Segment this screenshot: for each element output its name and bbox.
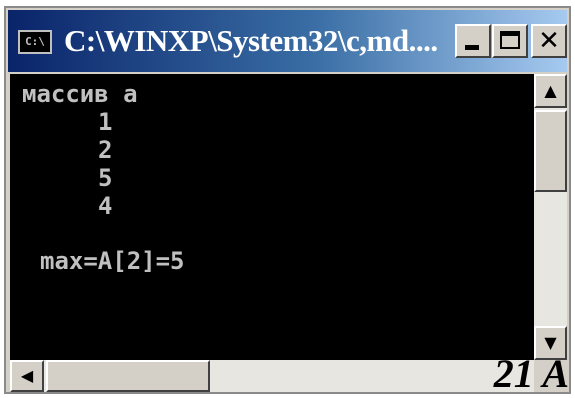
scroll-left-button[interactable]: ◀ bbox=[10, 360, 44, 392]
title-bar[interactable]: C:\ C:\WINXP\System32\c,md.... ✕ bbox=[8, 10, 567, 72]
vertical-scrollbar[interactable]: ▲ ▼ bbox=[534, 74, 567, 360]
vertical-scroll-thumb[interactable] bbox=[534, 110, 567, 192]
array-value: 2 bbox=[98, 136, 113, 164]
figure-label: 21 A bbox=[493, 351, 569, 396]
close-icon: ✕ bbox=[538, 26, 560, 56]
horizontal-scroll-thumb[interactable] bbox=[46, 360, 210, 392]
minimize-icon bbox=[465, 45, 479, 50]
arrow-up-icon: ▲ bbox=[544, 81, 557, 100]
arrow-down-icon: ▼ bbox=[544, 333, 557, 352]
minimize-button[interactable] bbox=[455, 24, 491, 58]
scroll-up-button[interactable]: ▲ bbox=[534, 74, 567, 108]
arrow-left-icon: ◀ bbox=[20, 366, 34, 385]
console-app-icon[interactable]: C:\ bbox=[18, 30, 52, 54]
maximize-button[interactable] bbox=[492, 24, 528, 58]
close-button[interactable]: ✕ bbox=[531, 24, 567, 58]
max-result-line: max=A[2]=5 bbox=[40, 247, 185, 275]
array-value: 4 bbox=[98, 192, 113, 220]
horizontal-scrollbar[interactable]: ◀ bbox=[10, 360, 534, 392]
console-window: C:\ C:\WINXP\System32\c,md.... ✕ массив … bbox=[4, 6, 571, 394]
window-title: C:\WINXP\System32\c,md.... bbox=[64, 23, 438, 58]
console-header-line: массив a bbox=[22, 80, 138, 108]
console-output[interactable]: массив a 1 2 5 4 max=A[2]=5 bbox=[10, 74, 534, 360]
array-value: 5 bbox=[98, 164, 113, 192]
maximize-icon bbox=[500, 31, 520, 49]
array-value: 1 bbox=[98, 108, 113, 136]
